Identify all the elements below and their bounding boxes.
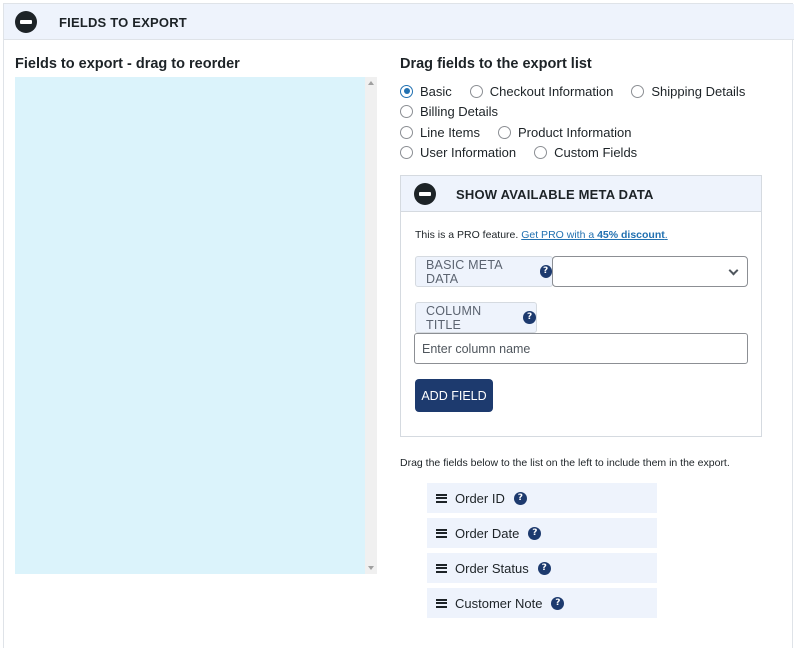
- radio-custom-fields[interactable]: Custom Fields: [534, 145, 637, 160]
- radio-row: Basic Checkout Information Shipping Deta…: [400, 81, 780, 102]
- radio-checkout-information[interactable]: Checkout Information: [469, 83, 614, 99]
- field-label: Order ID: [455, 490, 505, 506]
- radio-row: User Information Custom Fields: [400, 143, 780, 164]
- radio-label: Line Items: [420, 124, 480, 140]
- draggable-field-order-id[interactable]: Order ID ?: [427, 483, 657, 513]
- drag-handle-icon[interactable]: [436, 563, 447, 573]
- help-icon[interactable]: ?: [528, 526, 542, 540]
- link-text: Get PRO with a: [521, 229, 598, 241]
- export-list-drop-zone[interactable]: [15, 77, 365, 574]
- radio-button[interactable]: [469, 84, 483, 98]
- radio-button[interactable]: [400, 125, 413, 139]
- radio-button[interactable]: [631, 84, 645, 98]
- header-title: FIELDS TO EXPORT: [59, 15, 187, 30]
- radio-button[interactable]: [534, 146, 548, 160]
- radio-user-information[interactable]: User Information: [400, 145, 516, 160]
- available-fields-heading: Drag fields to the export list: [400, 56, 592, 72]
- radio-label: User Information: [420, 145, 517, 161]
- help-icon[interactable]: ?: [523, 311, 536, 324]
- chevron-down-icon: [728, 265, 739, 276]
- radio-row: Billing Details: [400, 102, 780, 123]
- radio-button[interactable]: [400, 105, 413, 119]
- radio-shipping-details[interactable]: Shipping Details: [631, 84, 745, 99]
- discount-text: 45% discount: [597, 229, 665, 241]
- pro-text: This is a PRO feature.: [415, 229, 519, 241]
- draggable-field-order-date[interactable]: Order Date ?: [427, 518, 657, 548]
- scroll-up-arrow-icon[interactable]: [368, 81, 374, 85]
- export-list-heading: Fields to export - drag to reorder: [15, 56, 240, 72]
- draggable-field-order-status[interactable]: Order Status ?: [427, 553, 657, 583]
- get-pro-link[interactable]: Get PRO with a 45% discount.: [521, 229, 667, 241]
- radio-button[interactable]: [497, 125, 511, 139]
- drag-instructions: Drag the fields below to the list on the…: [400, 457, 730, 469]
- export-fields-panel: FIELDS TO EXPORT Fields to export - drag…: [3, 3, 794, 648]
- drag-handle-icon[interactable]: [436, 493, 447, 503]
- column-name-input[interactable]: [414, 333, 748, 364]
- basic-meta-data-label: BASIC META DATA ?: [415, 256, 553, 287]
- basic-meta-data-select[interactable]: [552, 256, 748, 287]
- radio-product-information[interactable]: Product Information: [497, 124, 632, 140]
- radio-basic[interactable]: Basic: [400, 84, 452, 99]
- field-label: Customer Note: [455, 595, 543, 611]
- label-text: COLUMN TITLE: [426, 303, 482, 332]
- field-label: Order Status: [455, 560, 529, 576]
- radio-label: Billing Details: [420, 104, 499, 120]
- field-group-radios: Basic Checkout Information Shipping Deta…: [400, 81, 780, 163]
- link-suffix: .: [664, 229, 668, 241]
- radio-label: Shipping Details: [651, 83, 746, 99]
- radio-row: Line Items Product Information: [400, 122, 780, 143]
- meta-data-title: SHOW AVAILABLE META DATA: [456, 187, 654, 202]
- draggable-field-customer-note[interactable]: Customer Note ?: [427, 588, 657, 618]
- label-text: BASIC META DATA: [426, 257, 503, 286]
- radio-label: Product Information: [517, 124, 632, 140]
- help-icon[interactable]: ?: [551, 596, 565, 610]
- available-fields-list: Order ID ? Order Date ? Order Status ? C…: [427, 483, 657, 623]
- fields-to-export-header[interactable]: FIELDS TO EXPORT: [4, 4, 794, 40]
- export-list-scrollbar[interactable]: [365, 77, 377, 574]
- column-title-label: COLUMN TITLE ?: [415, 302, 537, 333]
- drag-handle-icon[interactable]: [436, 528, 447, 538]
- drag-handle-icon[interactable]: [436, 598, 447, 608]
- radio-button-checked[interactable]: [400, 84, 413, 98]
- help-icon[interactable]: ?: [513, 491, 527, 505]
- radio-billing-details[interactable]: Billing Details: [400, 104, 498, 119]
- minus-circle-icon[interactable]: [414, 183, 436, 205]
- add-field-button[interactable]: ADD FIELD: [415, 379, 493, 412]
- help-icon[interactable]: ?: [539, 265, 552, 278]
- help-icon[interactable]: ?: [537, 561, 551, 575]
- meta-data-panel: SHOW AVAILABLE META DATA This is a PRO f…: [400, 175, 762, 437]
- minus-circle-icon[interactable]: [15, 11, 37, 33]
- scroll-down-arrow-icon[interactable]: [368, 566, 374, 570]
- radio-line-items[interactable]: Line Items: [400, 125, 480, 140]
- radio-button[interactable]: [400, 146, 413, 160]
- radio-label: Checkout Information: [489, 83, 614, 99]
- field-label: Order Date: [455, 525, 520, 541]
- radio-label: Basic: [420, 83, 452, 99]
- pro-feature-note: This is a PRO feature. Get PRO with a 45…: [415, 229, 668, 241]
- radio-label: Custom Fields: [554, 145, 638, 161]
- meta-data-header[interactable]: SHOW AVAILABLE META DATA: [401, 176, 761, 212]
